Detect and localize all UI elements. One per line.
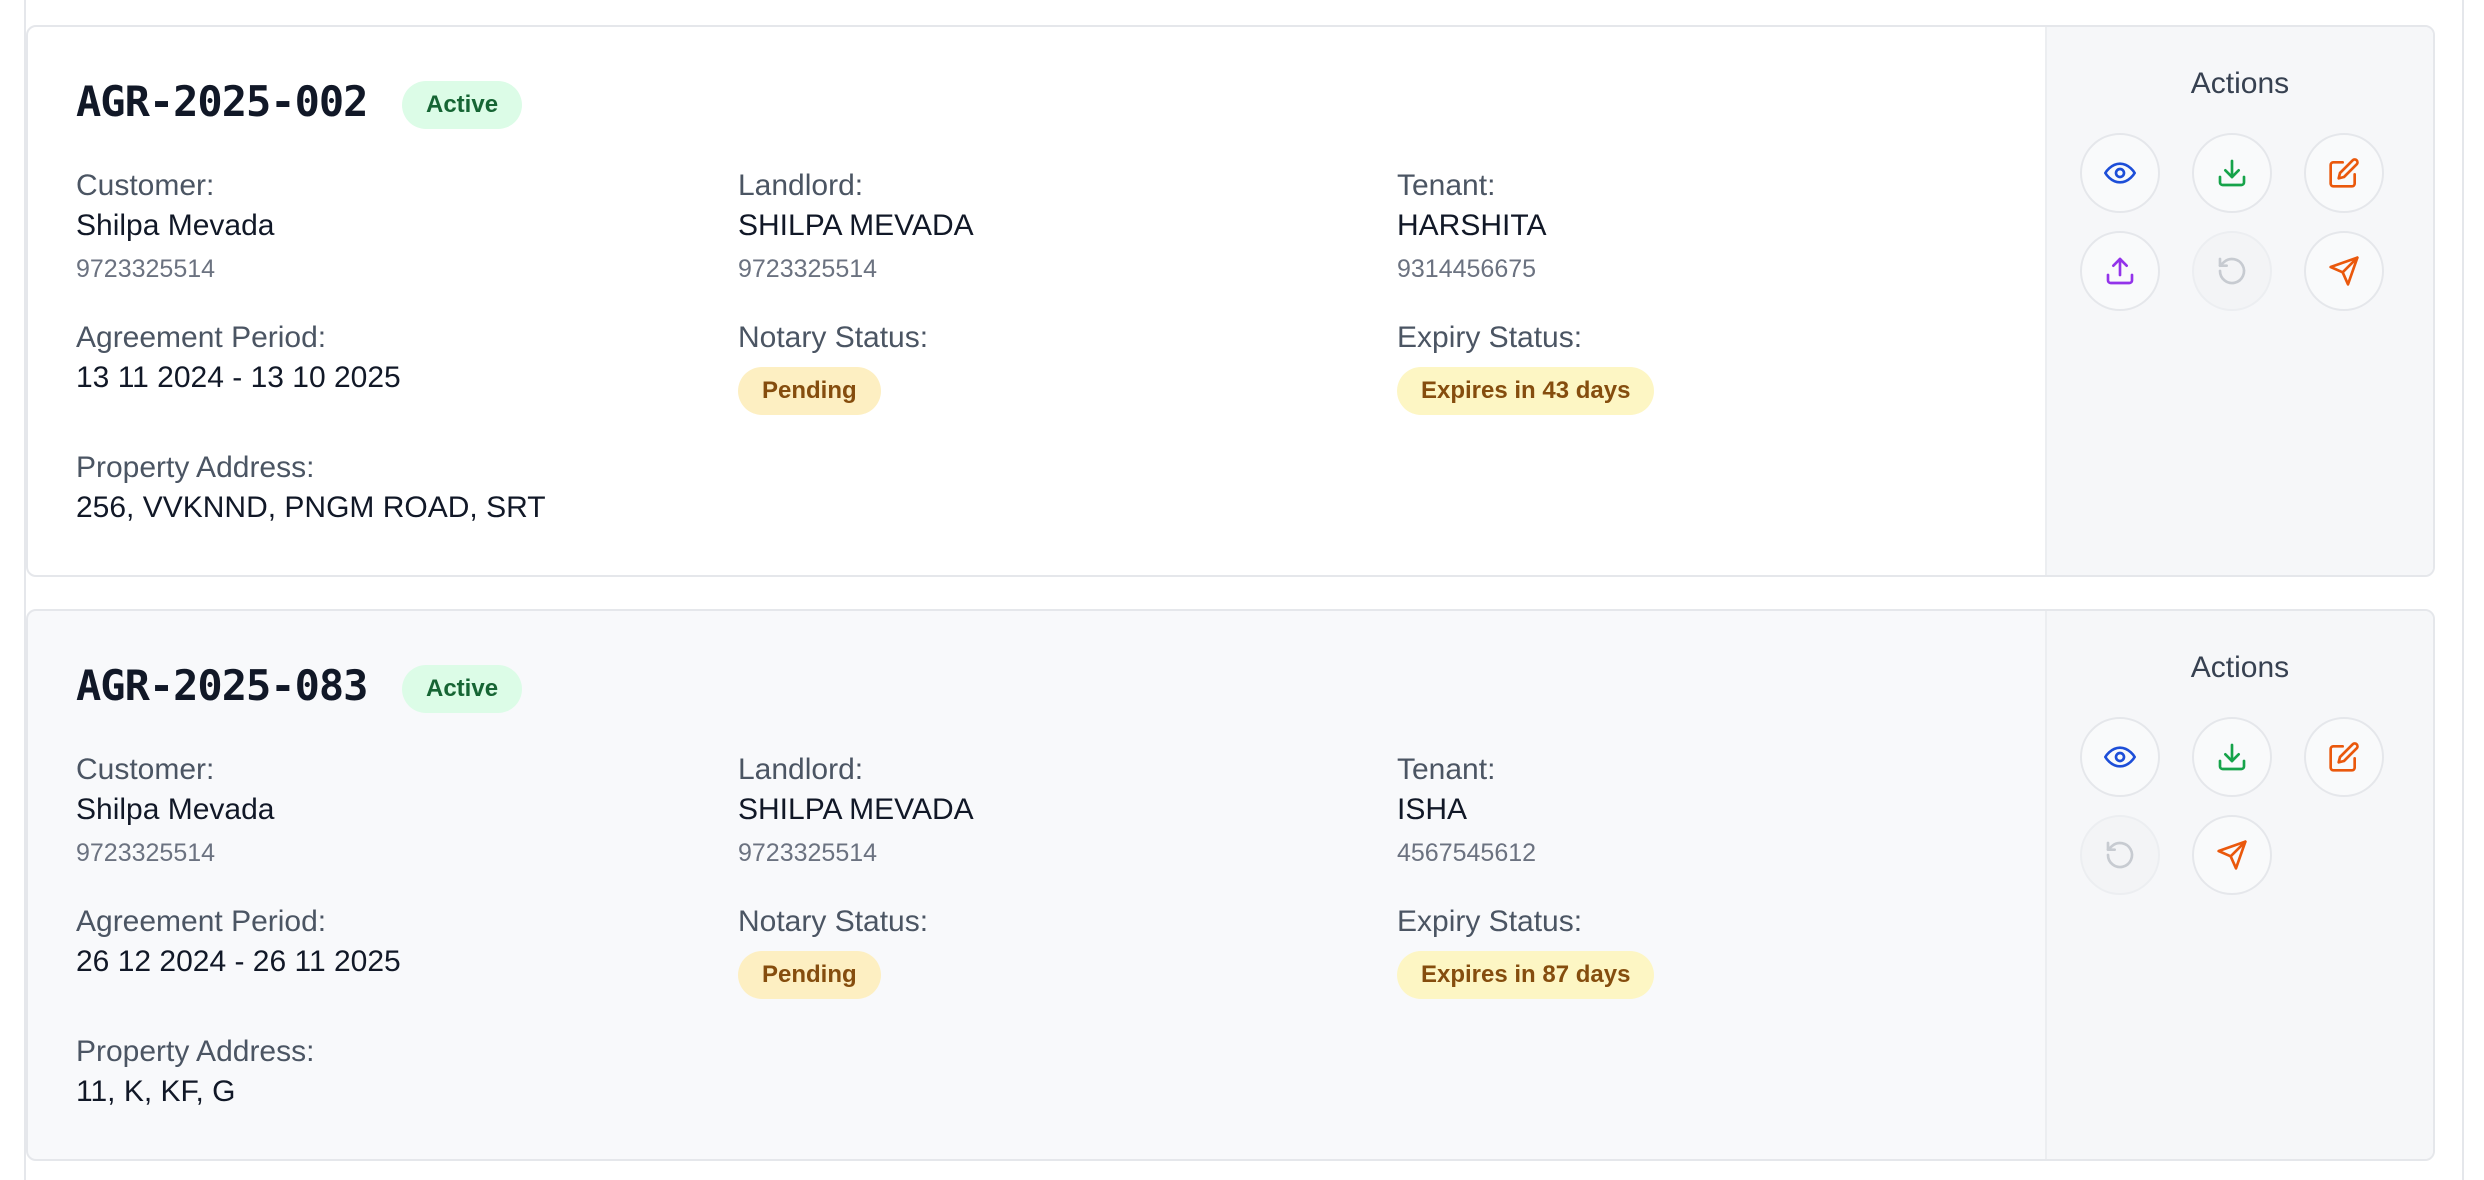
expiry-status-badge: Expires in 43 days bbox=[1397, 367, 1655, 415]
landlord-name: SHILPA MEVADA bbox=[738, 793, 974, 826]
agreement-id: AGR-2025-002 bbox=[76, 77, 368, 126]
property-address: 256, VVKNND, PNGM ROAD, SRT bbox=[76, 491, 546, 524]
agreement-period: 13 11 2024 - 13 10 2025 bbox=[76, 361, 401, 394]
agreement-card: AGR-2025-002 Active Customer: Shilpa Mev… bbox=[26, 25, 2435, 577]
agreement-card: AGR-2025-083 Active Customer: Shilpa Mev… bbox=[26, 609, 2435, 1161]
agreement-details: AGR-2025-083 Active Customer: Shilpa Mev… bbox=[28, 611, 2045, 1159]
download-icon bbox=[2218, 159, 2246, 187]
send-icon bbox=[2329, 256, 2359, 286]
customer-name: Shilpa Mevada bbox=[76, 793, 275, 826]
expiry-status-badge: Expires in 87 days bbox=[1397, 951, 1655, 999]
landlord-phone: 9723325514 bbox=[738, 839, 878, 867]
edit-icon bbox=[2329, 742, 2359, 772]
download-icon bbox=[2218, 743, 2246, 771]
actions-panel: Actions bbox=[2045, 27, 2433, 575]
status-badge: Active bbox=[402, 81, 523, 129]
tenant-phone: 9314456675 bbox=[1397, 255, 1537, 283]
agreement-period: 26 12 2024 - 26 11 2025 bbox=[76, 945, 401, 978]
property-address-label: Property Address: bbox=[76, 451, 315, 484]
view-button[interactable] bbox=[2080, 133, 2160, 213]
customer-label: Customer: bbox=[76, 169, 215, 202]
actions-title: Actions bbox=[2190, 651, 2290, 684]
send-icon bbox=[2217, 840, 2247, 870]
tenant-name: HARSHITA bbox=[1397, 209, 1547, 242]
eye-icon bbox=[2104, 162, 2136, 184]
customer-phone: 9723325514 bbox=[76, 255, 216, 283]
send-button[interactable] bbox=[2192, 815, 2272, 895]
agreement-details: AGR-2025-002 Active Customer: Shilpa Mev… bbox=[28, 27, 2045, 575]
upload-button[interactable] bbox=[2080, 231, 2160, 311]
edit-icon bbox=[2329, 158, 2359, 188]
notary-status-label: Notary Status: bbox=[738, 321, 929, 354]
landlord-name: SHILPA MEVADA bbox=[738, 209, 974, 242]
notary-status-label: Notary Status: bbox=[738, 905, 929, 938]
edit-button[interactable] bbox=[2304, 133, 2384, 213]
notary-status-badge: Pending bbox=[738, 367, 881, 415]
customer-label: Customer: bbox=[76, 753, 215, 786]
send-button[interactable] bbox=[2304, 231, 2384, 311]
notary-status-badge: Pending bbox=[738, 951, 881, 999]
landlord-label: Landlord: bbox=[738, 169, 864, 202]
download-button[interactable] bbox=[2192, 717, 2272, 797]
tenant-label: Tenant: bbox=[1397, 753, 1496, 786]
expiry-status-label: Expiry Status: bbox=[1397, 905, 1583, 938]
renew-button[interactable] bbox=[2080, 815, 2160, 895]
customer-phone: 9723325514 bbox=[76, 839, 216, 867]
customer-name: Shilpa Mevada bbox=[76, 209, 275, 242]
property-address-label: Property Address: bbox=[76, 1035, 315, 1068]
landlord-phone: 9723325514 bbox=[738, 255, 878, 283]
upload-icon bbox=[2106, 257, 2134, 285]
agreement-period-label: Agreement Period: bbox=[76, 321, 327, 354]
agreement-id: AGR-2025-083 bbox=[76, 661, 368, 710]
view-button[interactable] bbox=[2080, 717, 2160, 797]
expiry-status-label: Expiry Status: bbox=[1397, 321, 1583, 354]
tenant-label: Tenant: bbox=[1397, 169, 1496, 202]
renew-icon bbox=[2218, 257, 2246, 285]
agreement-period-label: Agreement Period: bbox=[76, 905, 327, 938]
actions-title: Actions bbox=[2190, 67, 2290, 100]
download-button[interactable] bbox=[2192, 133, 2272, 213]
edit-button[interactable] bbox=[2304, 717, 2384, 797]
actions-panel: Actions bbox=[2045, 611, 2433, 1159]
tenant-name: ISHA bbox=[1397, 793, 1468, 826]
tenant-phone: 4567545612 bbox=[1397, 839, 1537, 867]
renew-button[interactable] bbox=[2192, 231, 2272, 311]
status-badge: Active bbox=[402, 665, 523, 713]
landlord-label: Landlord: bbox=[738, 753, 864, 786]
eye-icon bbox=[2104, 746, 2136, 768]
renew-icon bbox=[2106, 841, 2134, 869]
property-address: 11, K, KF, G bbox=[76, 1075, 236, 1108]
